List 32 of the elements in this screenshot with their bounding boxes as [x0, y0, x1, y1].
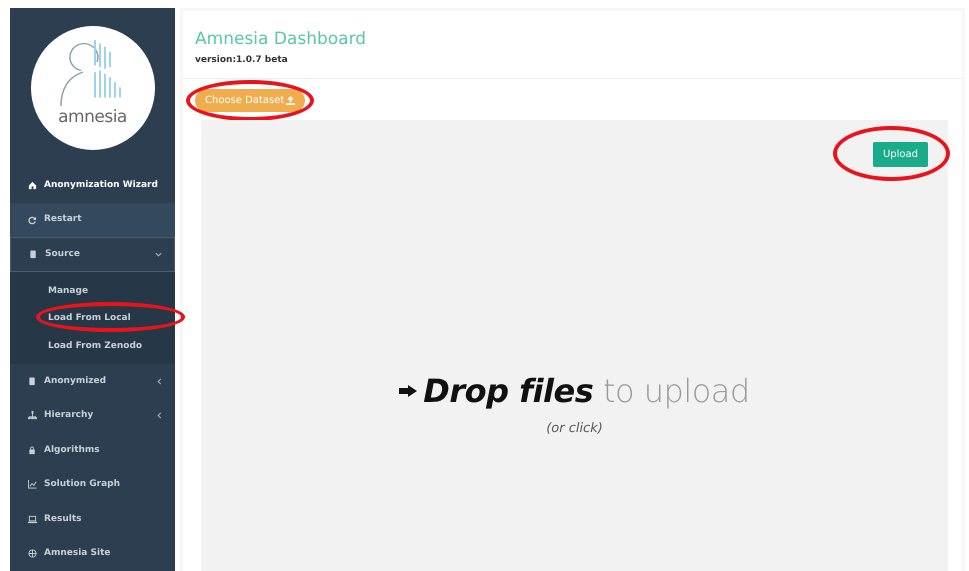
sidebar-item[interactable]: Anonymized [10, 364, 175, 399]
submenu-item[interactable]: Manage [10, 280, 88, 304]
line-chart-icon [28, 480, 37, 490]
sidebar-item[interactable]: Results [10, 502, 175, 537]
logo: amnesia [30, 26, 154, 150]
sidebar-header-text: Anonymization Wizard [44, 178, 158, 192]
dashboard-title: Amnesia Dashboard [195, 29, 368, 50]
sidebar-item[interactable]: Solution Graph [10, 468, 175, 502]
sitemap-icon [28, 411, 37, 420]
sidebar-item[interactable]: Restart [10, 202, 175, 238]
submenu-item[interactable]: Load From Local [10, 307, 131, 331]
upload-icon [286, 96, 296, 105]
chevron-left-icon [156, 412, 163, 420]
drop-hint: (or click) [545, 420, 604, 438]
submenu-item[interactable]: Load From Zenodo [10, 334, 142, 358]
chevron-left-icon [156, 378, 163, 386]
arrow-icon [399, 384, 418, 397]
version-label: version:1.0.7 beta [195, 54, 289, 68]
sidebar-item[interactable]: Hierarchy [10, 398, 175, 434]
laptop-icon [28, 514, 37, 524]
drop-zone[interactable]: Upload Drop files to upload (or click) [201, 120, 948, 571]
lock-icon [28, 446, 37, 455]
chevron-down-icon [155, 251, 162, 258]
database-icon [29, 250, 38, 260]
drop-message: Drop files to upload [423, 370, 750, 412]
sidebar-item[interactable]: Algorithms [10, 433, 175, 468]
database-icon [28, 377, 37, 386]
refresh-icon [28, 216, 37, 225]
sidebar-item[interactable]: Amnesia Site [10, 536, 175, 571]
home-icon [28, 181, 37, 190]
globe-icon [28, 549, 37, 558]
sidebar-item[interactable]: Source [10, 237, 175, 272]
